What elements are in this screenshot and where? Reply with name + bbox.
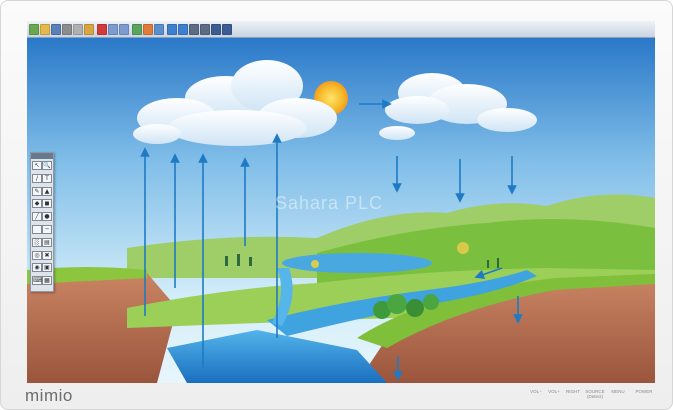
reveal-icon[interactable]: ▤ (42, 237, 52, 247)
side-tool-palette: ↖ 🔍 / T ✎ ▲ ◆ ◼ ╱ ● ─ ░ ▤ ◎ ✖ ◉ ▣ ⌨ ▦ (30, 152, 54, 292)
delete-icon[interactable] (97, 23, 107, 35)
select-arrow-icon[interactable]: ↖ (32, 161, 42, 170)
insert-image-icon[interactable] (132, 23, 142, 35)
previous-page-icon[interactable] (167, 23, 177, 35)
source-button[interactable]: SOURCE (Detect) (584, 389, 606, 399)
brand-logo: mimio (25, 386, 73, 405)
gallery-icon[interactable] (143, 23, 153, 35)
recorder-icon[interactable]: ▣ (42, 263, 52, 273)
line-width-icon[interactable]: ─ (42, 225, 52, 234)
vol-down-button[interactable]: VOL− (528, 389, 544, 394)
highlighter-icon[interactable]: ✎ (32, 186, 42, 196)
lake (282, 253, 432, 273)
color-picker-icon[interactable]: ● (42, 212, 52, 222)
palette-title-bar[interactable] (31, 153, 53, 159)
text-tool-icon[interactable]: T (42, 173, 52, 183)
mimio-display-frame: Sahara PLC ↖ 🔍 / T ✎ ▲ ◆ ◼ ╱ ● ─ ░ ▤ ◎ ✖ ◉ ▣ ⌨ ▦ mimio VOL… (0, 0, 673, 410)
next-page-icon[interactable] (178, 23, 188, 35)
line-icon[interactable]: ╱ (32, 212, 42, 222)
spotlight-icon[interactable]: ◎ (32, 250, 42, 260)
paste-icon[interactable] (84, 23, 94, 35)
watermark: Sahara PLC (275, 193, 384, 213)
right-button[interactable]: RIGHT (565, 389, 581, 394)
shapes-icon[interactable]: ▲ (42, 186, 52, 196)
clear-icon[interactable]: ✖ (42, 250, 52, 260)
keyboard-icon[interactable]: ⌨ (32, 276, 42, 286)
cut-icon[interactable] (73, 23, 83, 35)
menu-button[interactable]: MENU (609, 389, 627, 394)
eraser-icon[interactable]: ◆ (32, 199, 42, 209)
zoom-out-icon[interactable] (200, 23, 210, 35)
fullscreen-icon[interactable] (211, 23, 221, 35)
print-icon[interactable] (62, 23, 72, 35)
source-sub-label: (Detect) (586, 394, 603, 399)
color-swatch-icon[interactable] (32, 225, 42, 234)
vol-up-button[interactable]: VOL+ (546, 389, 562, 394)
undo-icon[interactable] (108, 23, 118, 35)
cloud-small (379, 126, 415, 140)
home-icon[interactable] (29, 23, 39, 35)
calculator-icon[interactable]: ▦ (42, 276, 52, 286)
fill-icon[interactable]: ◼ (42, 199, 52, 209)
zoom-tool-icon[interactable]: 🔍 (42, 161, 52, 170)
camera-icon[interactable]: ◉ (32, 263, 42, 273)
display-icon[interactable] (222, 23, 232, 35)
power-button[interactable]: POWER (633, 389, 655, 394)
screen-capture-icon[interactable] (154, 23, 164, 35)
screen: Sahara PLC ↖ 🔍 / T ✎ ▲ ◆ ◼ ╱ ● ─ ░ ▤ ◎ ✖ ◉ ▣ ⌨ ▦ (27, 21, 655, 383)
open-folder-icon[interactable] (40, 23, 50, 35)
redo-icon[interactable] (119, 23, 129, 35)
pen-icon[interactable]: / (32, 173, 42, 183)
zoom-in-icon[interactable] (189, 23, 199, 35)
top-toolbar (27, 21, 655, 38)
save-icon[interactable] (51, 23, 61, 35)
transparency-icon[interactable]: ░ (32, 237, 42, 247)
